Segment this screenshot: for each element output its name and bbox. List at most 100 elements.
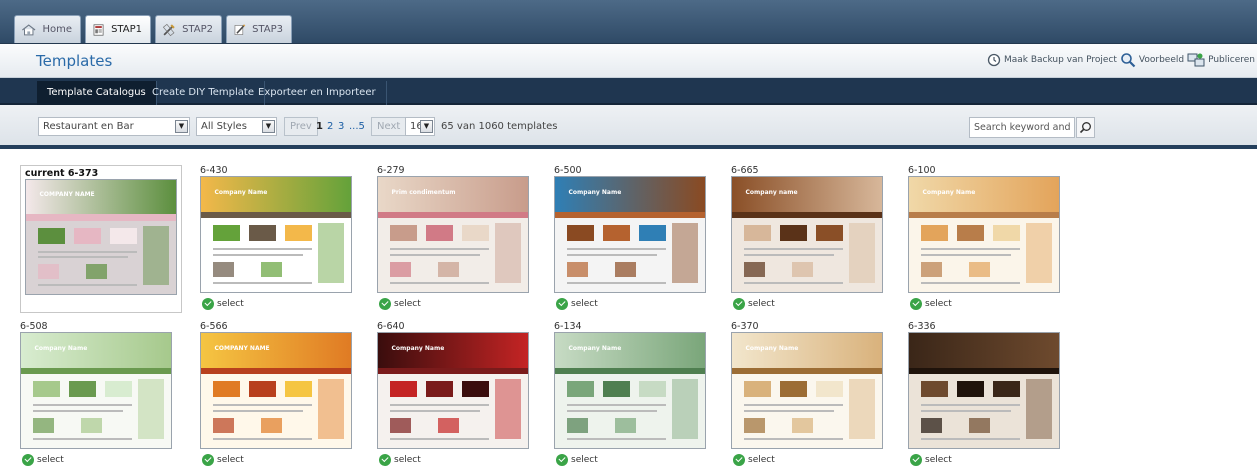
- tab-stap1[interactable]: STAP1: [85, 15, 151, 43]
- select-label: select: [394, 299, 421, 309]
- template-card[interactable]: 6-566 COMPANY NAME select: [200, 321, 358, 471]
- thumb-sidebar: [1026, 379, 1052, 439]
- page-link-1[interactable]: 1: [316, 121, 323, 132]
- thumb-image: [74, 227, 101, 244]
- tab-exporteer-en-importeer[interactable]: Exporteer en Importeer: [248, 81, 387, 105]
- title-bar: Templates Maak Backup van Project Voorbe…: [0, 44, 1257, 78]
- style-select-value: All Styles: [201, 121, 247, 132]
- thumb-image: [744, 262, 765, 278]
- page-link-5[interactable]: ...5: [349, 121, 365, 132]
- thumb-image: [261, 418, 282, 434]
- thumb-image: [603, 381, 630, 398]
- search-button[interactable]: [1076, 117, 1095, 138]
- select-template-button[interactable]: select: [733, 298, 775, 310]
- tab-stap2[interactable]: STAP2: [155, 15, 222, 43]
- thumb-text-line: [213, 404, 312, 407]
- template-thumbnail[interactable]: Company Name: [554, 176, 706, 293]
- thumb-image: [792, 418, 813, 434]
- backup-project-label: Maak Backup van Project: [1003, 55, 1117, 65]
- template-thumbnail[interactable]: COMPANY NAME: [25, 179, 177, 295]
- thumb-sidebar: [495, 223, 521, 283]
- template-thumbnail[interactable]: Company name: [731, 176, 883, 293]
- tab-stap1-label: STAP1: [111, 24, 142, 35]
- home-icon: [22, 23, 36, 35]
- thumb-text-line: [744, 254, 834, 257]
- template-card[interactable]: 6-336 select: [908, 321, 1066, 471]
- select-template-button[interactable]: select: [379, 454, 421, 466]
- select-template-button[interactable]: select: [556, 454, 598, 466]
- search-icon: [1079, 122, 1091, 134]
- template-thumbnail[interactable]: Company Name: [908, 176, 1060, 293]
- select-template-button[interactable]: select: [202, 298, 244, 310]
- template-id: 6-134: [554, 321, 582, 332]
- thumb-text-line: [744, 404, 843, 407]
- thumb-image: [213, 381, 240, 398]
- template-thumbnail[interactable]: [908, 332, 1060, 449]
- template-card[interactable]: 6-500 Company Name select: [554, 165, 712, 315]
- tab-create-diy-template[interactable]: Create DIY Template: [142, 81, 265, 105]
- tab-home-label: Home: [42, 24, 72, 35]
- template-card[interactable]: 6-134 Company Name select: [554, 321, 712, 471]
- thumb-image: [993, 225, 1020, 242]
- template-card[interactable]: 6-370 Company Name select: [731, 321, 889, 471]
- select-template-button[interactable]: select: [22, 454, 64, 466]
- template-card[interactable]: 6-430 Company Name select: [200, 165, 358, 315]
- template-id: 6-100: [908, 165, 936, 176]
- template-thumbnail[interactable]: Company Name: [377, 332, 529, 449]
- template-id: 6-279: [377, 165, 405, 176]
- thumb-sidebar: [672, 379, 698, 439]
- template-card[interactable]: 6-508 Company Name select: [20, 321, 178, 471]
- per-page-select[interactable]: 16 ▼: [405, 117, 435, 136]
- template-thumbnail[interactable]: Prim condimentum: [377, 176, 529, 293]
- next-button[interactable]: Next: [371, 117, 407, 136]
- select-template-button[interactable]: select: [202, 454, 244, 466]
- page-link-2[interactable]: 2: [327, 121, 333, 132]
- thumb-logo: Company Name: [34, 344, 88, 352]
- thumb-nav: [555, 367, 705, 375]
- category-select[interactable]: Restaurant en Bar ▼: [38, 117, 190, 136]
- select-template-button[interactable]: select: [556, 298, 598, 310]
- style-select[interactable]: All Styles ▼: [196, 117, 277, 136]
- template-card[interactable]: 6-100 Company Name select: [908, 165, 1066, 315]
- template-card[interactable]: current 6-373 COMPANY NAME: [20, 165, 182, 313]
- thumb-image: [744, 418, 765, 434]
- thumb-sidebar: [138, 379, 164, 439]
- select-template-button[interactable]: select: [379, 298, 421, 310]
- thumb-nav: [378, 367, 528, 375]
- thumb-image: [81, 418, 102, 434]
- tab-template-catalogus[interactable]: Template Catalogus: [37, 81, 157, 105]
- page-link-3[interactable]: 3: [338, 121, 344, 132]
- template-id: 6-336: [908, 321, 936, 332]
- thumb-sidebar: [1026, 223, 1052, 283]
- thumb-image: [69, 381, 96, 398]
- publish-button[interactable]: Publiceren: [1187, 52, 1255, 68]
- prev-button[interactable]: Prev: [284, 117, 318, 136]
- select-template-button[interactable]: select: [910, 298, 952, 310]
- template-thumbnail[interactable]: COMPANY NAME: [200, 332, 352, 449]
- thumb-nav: [555, 211, 705, 219]
- select-template-button[interactable]: select: [733, 454, 775, 466]
- thumb-image: [285, 225, 312, 242]
- thumb-text-line: [38, 256, 128, 259]
- template-thumbnail[interactable]: Company Name: [731, 332, 883, 449]
- template-thumbnail[interactable]: Company Name: [554, 332, 706, 449]
- thumb-text-line: [33, 410, 123, 413]
- thumb-image: [744, 381, 771, 398]
- result-count: 65 van 1060 templates: [441, 121, 558, 132]
- search-input[interactable]: Search keyword and ID: [969, 117, 1075, 138]
- preview-button[interactable]: Voorbeeld: [1120, 52, 1184, 68]
- template-card[interactable]: 6-279 Prim condimentum select: [377, 165, 535, 315]
- backup-project-button[interactable]: Maak Backup van Project: [987, 53, 1117, 67]
- template-thumbnail[interactable]: Company Name: [20, 332, 172, 449]
- thumb-image: [780, 225, 807, 242]
- category-select-value: Restaurant en Bar: [43, 121, 134, 132]
- template-card[interactable]: 6-665 Company name select: [731, 165, 889, 315]
- chevron-down-icon: ▼: [262, 120, 275, 133]
- template-thumbnail[interactable]: Company Name: [200, 176, 352, 293]
- tab-home[interactable]: Home: [14, 15, 81, 43]
- template-card[interactable]: 6-640 Company Name select: [377, 321, 535, 471]
- select-template-button[interactable]: select: [910, 454, 952, 466]
- tab-stap3[interactable]: STAP3: [226, 15, 292, 43]
- thumb-image: [213, 262, 234, 278]
- thumb-text-line: [213, 437, 312, 440]
